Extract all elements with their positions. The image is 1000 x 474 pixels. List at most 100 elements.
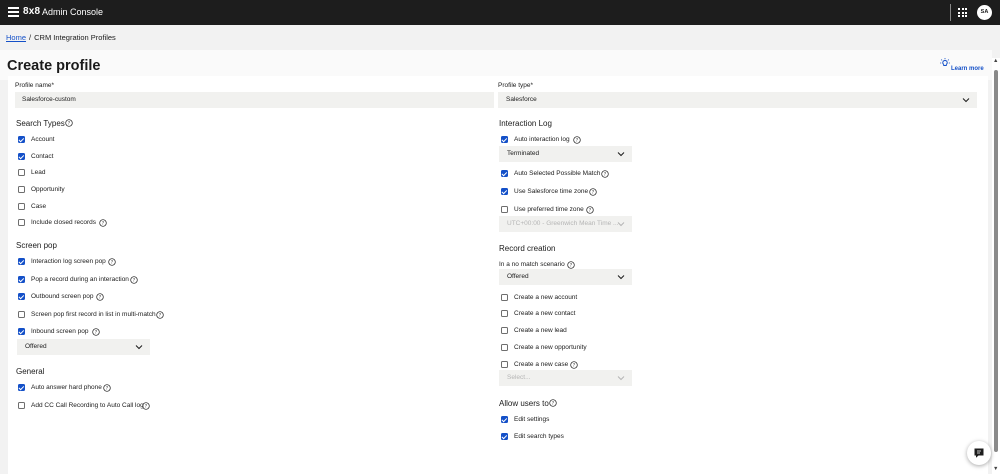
record-creation-title: Record creation	[499, 244, 556, 253]
help-icon[interactable]: ?	[108, 258, 116, 266]
general-title: General	[16, 367, 45, 376]
case-checkbox[interactable]	[18, 203, 25, 210]
time-zone-value: UTC+00:00 - Greenwich Mean Time ...	[507, 220, 619, 227]
create-new-case-label: Create a new case	[514, 361, 569, 368]
inbound-screen-pop-label: Inbound screen pop	[31, 328, 89, 335]
help-icon[interactable]: ?	[92, 328, 100, 336]
time-zone-select: UTC+00:00 - Greenwich Mean Time ...	[499, 216, 632, 232]
help-icon[interactable]: ?	[103, 384, 111, 392]
chevron-down-icon	[617, 376, 625, 381]
create-new-account-label: Create a new account	[514, 294, 578, 301]
breadcrumb-separator: /	[29, 33, 32, 42]
apps-grid-icon[interactable]	[958, 8, 967, 17]
auto-interaction-log-checkbox[interactable]	[501, 136, 508, 143]
case-select-placeholder: Select...	[507, 374, 531, 381]
edit-search-types-checkbox[interactable]	[501, 433, 508, 440]
breadcrumb: Home / CRM Integration Profiles	[6, 33, 116, 42]
help-icon[interactable]: ?	[589, 188, 597, 196]
top-bar: 8x8 Admin Console SA	[0, 0, 1000, 25]
chat-support-button[interactable]	[967, 441, 991, 465]
learn-more-label: Learn more	[951, 66, 984, 72]
account-checkbox[interactable]	[18, 136, 25, 143]
add-cc-call-recording-checkbox[interactable]	[18, 402, 25, 409]
auto-interaction-log-label: Auto interaction log	[514, 136, 570, 143]
auto-interaction-log-select[interactable]: Terminated	[499, 146, 632, 162]
scroll-thumb[interactable]	[994, 70, 998, 452]
lightbulb-icon	[940, 58, 950, 66]
breadcrumb-home-link[interactable]: Home	[6, 33, 26, 42]
help-icon[interactable]: ?	[586, 206, 594, 214]
hamburger-menu-icon[interactable]	[8, 7, 19, 17]
opportunity-checkbox[interactable]	[18, 186, 25, 193]
create-new-opportunity-checkbox[interactable]	[501, 344, 508, 351]
scroll-down-arrow-icon[interactable]: ▼	[993, 466, 998, 472]
chevron-down-icon	[962, 98, 970, 103]
create-new-case-checkbox[interactable]	[501, 361, 508, 368]
help-icon[interactable]: ?	[99, 219, 107, 227]
profile-name-input[interactable]: Salesforce-custom	[15, 92, 494, 108]
chevron-down-icon	[135, 345, 143, 350]
brand-logo[interactable]: 8x8	[23, 6, 40, 17]
lead-checkbox[interactable]	[18, 169, 25, 176]
help-icon[interactable]: ?	[549, 399, 557, 407]
interaction-log-screen-pop-label: Interaction log screen pop	[31, 258, 106, 265]
auto-answer-hard-phone-label: Auto answer hard phone	[31, 384, 102, 391]
interaction-log-screen-pop-checkbox[interactable]	[18, 258, 25, 265]
outbound-screen-pop-checkbox[interactable]	[18, 293, 25, 300]
help-icon[interactable]: ?	[573, 136, 581, 144]
scroll-up-arrow-icon[interactable]: ▲	[993, 58, 998, 64]
include-closed-records-checkbox[interactable]	[18, 219, 25, 226]
use-preferred-time-zone-checkbox[interactable]	[501, 206, 508, 213]
create-new-lead-checkbox[interactable]	[501, 327, 508, 334]
help-icon[interactable]: ?	[96, 293, 104, 301]
user-avatar[interactable]: SA	[977, 5, 992, 20]
auto-selected-possible-match-checkbox[interactable]	[501, 170, 508, 177]
auto-selected-possible-match-label: Auto Selected Possible Match	[514, 170, 601, 177]
no-match-scenario-select[interactable]: Offered	[499, 269, 632, 285]
screen-pop-first-record-checkbox[interactable]	[18, 311, 25, 318]
create-new-account-checkbox[interactable]	[501, 294, 508, 301]
pop-record-during-interaction-label: Pop a record during an interaction	[31, 276, 129, 283]
screen-pop-title: Screen pop	[16, 241, 57, 250]
use-salesforce-time-zone-checkbox[interactable]	[501, 188, 508, 195]
contact-label: Contact	[31, 153, 54, 160]
page-title: Create profile	[7, 58, 101, 74]
use-salesforce-time-zone-label: Use Salesforce time zone	[514, 188, 589, 195]
account-label: Account	[31, 136, 55, 143]
auto-interaction-log-value: Terminated	[507, 150, 540, 157]
profile-type-label: Profile type*	[498, 82, 534, 89]
use-preferred-time-zone-label: Use preferred time zone	[514, 206, 584, 213]
form-panel	[8, 76, 988, 474]
edit-settings-checkbox[interactable]	[501, 416, 508, 423]
create-new-contact-checkbox[interactable]	[501, 310, 508, 317]
learn-more-link[interactable]: Learn more	[940, 57, 984, 72]
contact-checkbox[interactable]	[18, 153, 25, 160]
no-match-scenario-label: In a no match scenario	[499, 261, 565, 268]
screen-pop-first-record-label: Screen pop first record in list in multi…	[31, 311, 156, 318]
auto-answer-hard-phone-checkbox[interactable]	[18, 384, 25, 391]
inbound-screen-pop-select[interactable]: Offered	[17, 339, 150, 355]
edit-settings-label: Edit settings	[514, 416, 550, 423]
page-scrollbar[interactable]: ▲ ▼	[992, 58, 1000, 474]
help-icon[interactable]: ?	[567, 261, 575, 269]
help-icon[interactable]: ?	[156, 311, 164, 319]
help-icon[interactable]: ?	[601, 170, 609, 178]
help-icon[interactable]: ?	[65, 119, 73, 127]
help-icon[interactable]: ?	[142, 402, 150, 410]
create-new-lead-label: Create a new lead	[514, 327, 567, 334]
add-cc-call-recording-label: Add CC Call Recording to Auto Call log	[31, 402, 144, 409]
search-types-title: Search Types	[16, 119, 65, 128]
edit-search-types-label: Edit search types	[514, 433, 564, 440]
inbound-screen-pop-checkbox[interactable]	[18, 328, 25, 335]
chat-icon	[974, 448, 984, 458]
help-icon[interactable]: ?	[130, 276, 138, 284]
no-match-scenario-value: Offered	[507, 273, 529, 280]
case-select: Select...	[499, 370, 632, 386]
profile-name-label: Profile name*	[15, 82, 55, 89]
pop-record-during-interaction-checkbox[interactable]	[18, 276, 25, 283]
profile-type-select[interactable]: Salesforce	[498, 92, 977, 108]
inbound-screen-pop-value: Offered	[25, 343, 47, 350]
help-icon[interactable]: ?	[570, 361, 578, 369]
include-closed-records-label: Include closed records	[31, 219, 97, 226]
opportunity-label: Opportunity	[31, 186, 65, 193]
